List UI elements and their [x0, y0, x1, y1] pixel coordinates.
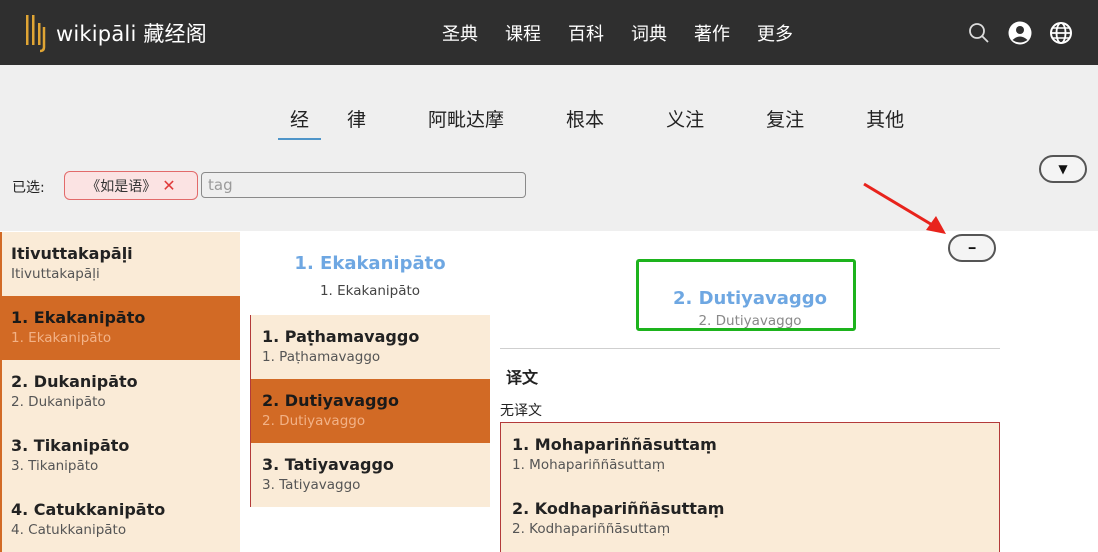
- item-title: 4. Catukkanipāto: [11, 500, 166, 519]
- brand-logo[interactable]: wikipāli 藏经阁: [24, 12, 207, 54]
- translation-heading: 译文: [506, 368, 539, 387]
- item-subtitle: 3. Tikanipāto: [11, 458, 99, 474]
- highlight-box: [636, 259, 856, 331]
- column-heading: 1. Ekakanipāto 1. Ekakanipāto: [250, 253, 490, 299]
- tab-other[interactable]: 其他: [854, 105, 916, 140]
- annotation-arrow-icon: [863, 182, 946, 234]
- tab-abhidhamma[interactable]: 阿毗达摩: [416, 105, 516, 140]
- list-item[interactable]: 2. Kodhapariññāsuttaṃ 2. Kodhapariññāsut…: [501, 487, 999, 551]
- list-item[interactable]: 2. Dutiyavaggo 2. Dutiyavaggo: [251, 379, 490, 443]
- nav-item-dictionary[interactable]: 词典: [631, 20, 667, 46]
- item-subtitle: 2. Kodhapariññāsuttaṃ: [512, 521, 671, 537]
- list-accent-bar: [0, 232, 2, 552]
- list-item[interactable]: 1. Mohapariññāsuttaṃ 1. Mohapariññāsutta…: [501, 423, 999, 487]
- item-title: 3. Tatiyavaggo: [262, 455, 394, 474]
- tag-input[interactable]: [201, 172, 526, 198]
- logo-icon: [26, 15, 46, 53]
- item-subtitle: 1. Paṭhamavaggo: [262, 349, 381, 365]
- list-item[interactable]: 1. Ekakanipāto 1. Ekakanipāto: [0, 296, 240, 360]
- chevron-down-icon: ▼: [1058, 162, 1068, 176]
- nav-item-wiki[interactable]: 百科: [568, 20, 604, 46]
- item-subtitle: 1. Mohapariññāsuttaṃ: [512, 457, 666, 473]
- chip-label: 《如是语》: [86, 178, 157, 195]
- column-subtitle: 1. Ekakanipāto: [319, 283, 421, 299]
- item-title: 2. Dutiyavaggo: [262, 391, 399, 410]
- divider: [500, 348, 1000, 349]
- expand-button[interactable]: ▼: [1039, 155, 1087, 183]
- selected-label: 已选:: [12, 180, 45, 196]
- item-title: 3. Tikanipāto: [11, 436, 130, 455]
- top-header: wikipāli 藏经阁 圣典 课程 百科 词典 著作 更多: [0, 0, 1098, 65]
- list-item[interactable]: 3. Tikanipāto 3. Tikanipāto: [0, 424, 240, 488]
- tab-atthakatha[interactable]: 义注: [654, 105, 716, 140]
- sutta-list: 1. Mohapariññāsuttaṃ 1. Mohapariññāsutta…: [500, 422, 1000, 552]
- list-item[interactable]: 4. Catukkanipāto 4. Catukkanipāto: [0, 488, 240, 552]
- collapse-button[interactable]: ━: [948, 234, 996, 262]
- tab-sutta[interactable]: 经: [278, 105, 322, 140]
- no-translation-text: 无译文: [500, 403, 542, 419]
- category-tabs: 经 律 阿毗达摩 根本 义注 复注 其他: [278, 105, 954, 140]
- list-item[interactable]: Itivuttakapāḷi Itivuttakapāḷi: [0, 232, 240, 296]
- list-item[interactable]: 2. Dukanipāto 2. Dukanipāto: [0, 360, 240, 424]
- list-item[interactable]: 1. Paṭhamavaggo 1. Paṭhamavaggo: [251, 315, 490, 379]
- tab-mula[interactable]: 根本: [554, 105, 616, 140]
- close-icon[interactable]: ✕: [162, 176, 175, 195]
- nav-item-courses[interactable]: 课程: [505, 20, 541, 46]
- tab-vinaya[interactable]: 律: [335, 105, 378, 140]
- globe-icon[interactable]: [1049, 21, 1073, 45]
- minus-icon: ━: [968, 241, 976, 255]
- search-icon[interactable]: [967, 21, 991, 45]
- item-title: 1. Paṭhamavaggo: [262, 327, 420, 346]
- book-list: Itivuttakapāḷi Itivuttakapāḷi 1. Ekakani…: [0, 232, 240, 552]
- item-title: 2. Dukanipāto: [11, 372, 138, 391]
- selected-tag-chip: 《如是语》 ✕: [64, 171, 198, 200]
- item-subtitle: 3. Tatiyavaggo: [262, 477, 361, 493]
- item-subtitle: 2. Dukanipāto: [11, 394, 106, 410]
- chapter-list: 1. Paṭhamavaggo 1. Paṭhamavaggo 2. Dutiy…: [250, 315, 490, 507]
- nav-item-works[interactable]: 著作: [694, 20, 730, 46]
- user-icon[interactable]: [1008, 21, 1032, 45]
- nav-item-more[interactable]: 更多: [757, 20, 793, 46]
- nav-item-canon[interactable]: 圣典: [442, 20, 478, 46]
- column-title: 1. Ekakanipāto: [294, 253, 446, 274]
- brand-name: wikipāli 藏经阁: [56, 22, 207, 46]
- item-title: 1. Mohapariññāsuttaṃ: [512, 435, 717, 454]
- item-subtitle: Itivuttakapāḷi: [11, 266, 100, 282]
- list-item[interactable]: 3. Tatiyavaggo 3. Tatiyavaggo: [251, 443, 490, 507]
- item-subtitle: 4. Catukkanipāto: [11, 522, 127, 538]
- item-subtitle: 2. Dutiyavaggo: [262, 413, 366, 429]
- main-nav: 圣典 课程 百科 词典 著作 更多: [442, 0, 820, 65]
- tab-tika[interactable]: 复注: [754, 105, 816, 140]
- item-title: 1. Ekakanipāto: [11, 308, 146, 327]
- item-title: Itivuttakapāḷi: [11, 244, 133, 263]
- item-title: 2. Kodhapariññāsuttaṃ: [512, 499, 725, 518]
- item-subtitle: 1. Ekakanipāto: [11, 330, 112, 346]
